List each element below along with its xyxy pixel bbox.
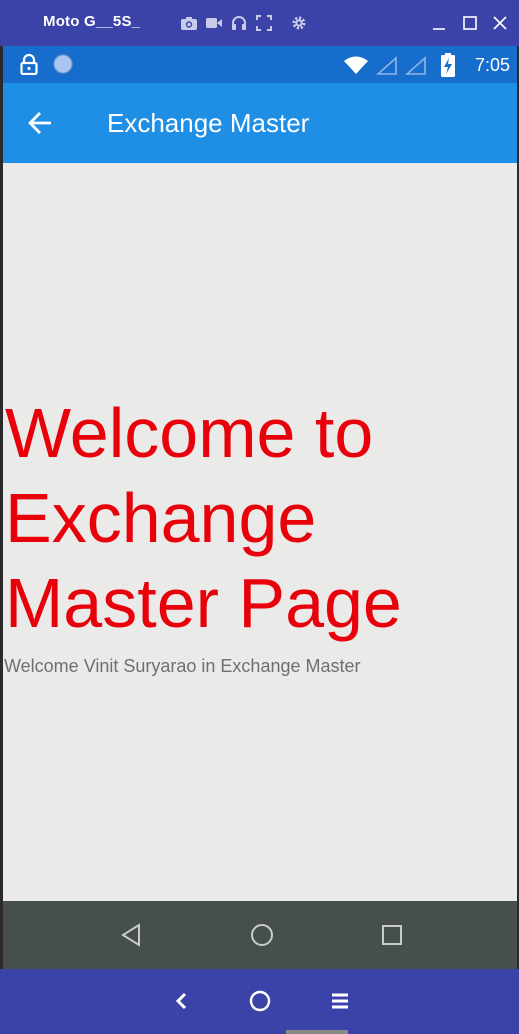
- phone-screen: 7:05 Exchange Master Welcome to Exchange…: [3, 46, 517, 969]
- battery-charging-icon: [441, 53, 455, 77]
- content-area: Welcome to Exchange Master Page Welcome …: [3, 163, 517, 901]
- fullscreen-icon[interactable]: [255, 14, 273, 32]
- signal-icon: [405, 56, 426, 75]
- emulator-title: Moto G__5S_: [43, 13, 141, 30]
- android-nav-bar: [3, 901, 517, 969]
- maximize-icon[interactable]: [461, 14, 479, 32]
- page-title: Exchange Master: [107, 108, 310, 138]
- camera-icon[interactable]: [180, 14, 198, 32]
- home-circle-icon[interactable]: [246, 987, 274, 1015]
- emulator-drag-handle[interactable]: [286, 1030, 348, 1034]
- headphones-icon[interactable]: [230, 14, 248, 32]
- video-icon[interactable]: [205, 14, 223, 32]
- back-chevron-icon[interactable]: [167, 987, 195, 1015]
- back-triangle-icon[interactable]: [117, 921, 145, 949]
- settings-icon[interactable]: [290, 14, 308, 32]
- status-bar: 7:05: [3, 46, 517, 83]
- emulator-bottom-bar: [0, 969, 519, 1034]
- emulator-window: Moto G__5S_ 7:05 Exchange Master Welcome…: [0, 0, 519, 1034]
- recents-square-icon[interactable]: [378, 921, 406, 949]
- welcome-subtitle: Welcome Vinit Suryarao in Exchange Maste…: [4, 656, 361, 676]
- minimize-icon[interactable]: [430, 14, 448, 32]
- status-time: 7:05: [474, 55, 510, 75]
- welcome-heading: Welcome to Exchange Master Page: [5, 394, 402, 642]
- home-circle-icon[interactable]: [248, 921, 276, 949]
- app-bar: Exchange Master: [3, 83, 517, 163]
- emulator-titlebar: Moto G__5S_: [0, 0, 519, 46]
- arrow-back-icon[interactable]: [25, 107, 57, 139]
- signal-icon: [376, 56, 397, 75]
- menu-icon[interactable]: [326, 987, 354, 1015]
- wifi-icon: [344, 56, 368, 74]
- close-icon[interactable]: [491, 14, 509, 32]
- lock-icon: [20, 53, 38, 75]
- sync-icon: [53, 54, 73, 74]
